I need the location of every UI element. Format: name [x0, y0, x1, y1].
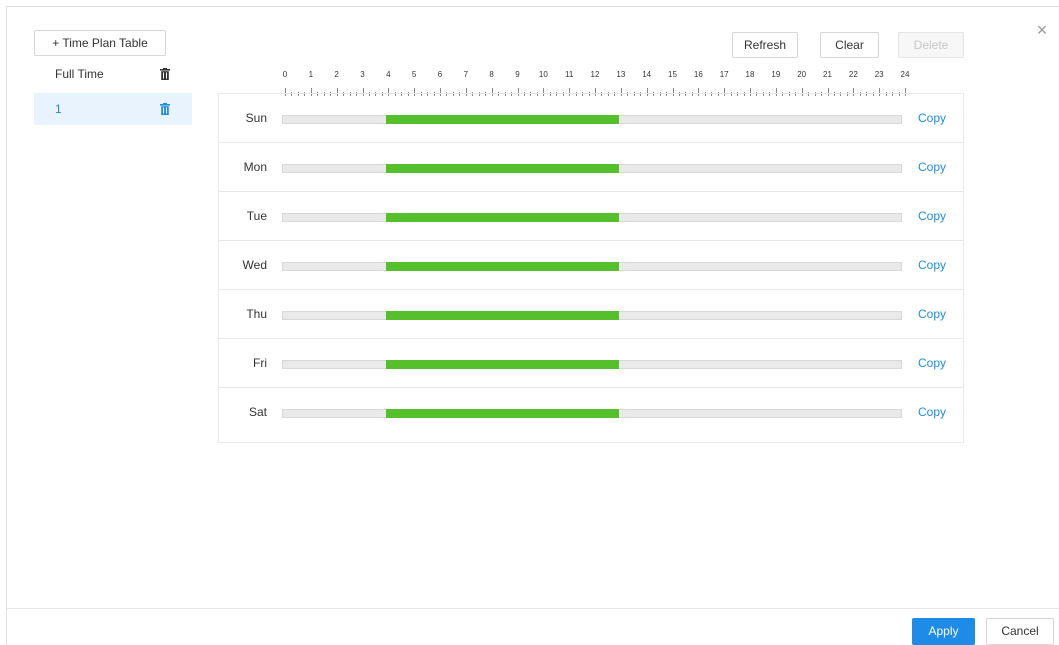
hour-tick-label: 6	[437, 70, 443, 79]
hour-tick-label: 14	[642, 70, 652, 79]
hour-tick-label: 1	[308, 70, 314, 79]
hour-tick-label: 2	[334, 70, 339, 79]
day-label: Thu	[246, 307, 267, 321]
cancel-button[interactable]: Cancel	[986, 618, 1054, 645]
hour-tick-label: 3	[360, 70, 365, 79]
hour-tick-label: 12	[590, 70, 600, 79]
day-label: Fri	[253, 356, 267, 370]
hour-tick-label: 20	[797, 70, 807, 79]
hour-tick-label: 24	[900, 70, 910, 79]
plan-name: 1	[55, 102, 62, 116]
copy-link[interactable]: Copy	[918, 94, 946, 143]
day-label: Sat	[248, 405, 267, 419]
time-bar[interactable]	[282, 311, 902, 320]
active-period[interactable]	[386, 311, 619, 320]
hour-tick-label: 18	[745, 70, 755, 79]
hour-tick-label: 21	[823, 70, 832, 79]
copy-link[interactable]: Copy	[918, 290, 946, 339]
schedule-panel: Sun Copy Mon Copy Tue Copy Wed Copy Thu Copy Fri Co…	[218, 93, 964, 443]
day-row-tue: Tue Copy	[219, 192, 963, 241]
time-bar[interactable]	[282, 213, 902, 222]
dialog-border-top	[6, 6, 1059, 7]
active-period[interactable]	[386, 115, 619, 124]
time-bar[interactable]	[282, 409, 902, 418]
hour-tick-label: 8	[489, 70, 494, 79]
time-bar[interactable]	[282, 115, 902, 124]
hour-tick-label: 19	[771, 70, 781, 79]
refresh-button[interactable]: Refresh	[732, 32, 798, 58]
hour-tick-label: 7	[463, 70, 469, 79]
dialog-border	[6, 6, 7, 645]
hour-tick-label: 22	[848, 70, 858, 79]
day-label: Mon	[243, 160, 267, 174]
hour-tick-label: 4	[386, 70, 391, 79]
day-label: Sun	[245, 111, 267, 125]
day-row-sun: Sun Copy	[219, 94, 963, 143]
time-bar[interactable]	[282, 360, 902, 369]
active-period[interactable]	[386, 164, 619, 173]
plan-list-item-full-time[interactable]: Full Time	[34, 58, 192, 90]
day-row-mon: Mon Copy	[219, 143, 963, 192]
hour-tick-label: 0	[282, 70, 288, 79]
hour-tick-label: 9	[515, 70, 520, 79]
day-label: Tue	[246, 209, 267, 223]
apply-button[interactable]: Apply	[912, 618, 975, 645]
copy-link[interactable]: Copy	[918, 339, 946, 388]
trash-icon[interactable]	[160, 103, 170, 115]
day-row-wed: Wed Copy	[219, 241, 963, 290]
time-bar[interactable]	[282, 164, 902, 173]
time-bar[interactable]	[282, 262, 902, 271]
hour-tick-label: 5	[411, 70, 417, 79]
active-period[interactable]	[386, 213, 619, 222]
hour-tick-label: 15	[668, 70, 677, 79]
hour-tick-label: 13	[616, 70, 626, 79]
day-label: Wed	[242, 258, 267, 272]
trash-icon[interactable]	[160, 68, 170, 80]
hour-tick-label: 16	[693, 70, 703, 79]
active-period[interactable]	[386, 409, 619, 418]
copy-link[interactable]: Copy	[918, 241, 946, 290]
active-period[interactable]	[386, 262, 619, 271]
day-row-sat: Sat Copy	[219, 388, 963, 437]
active-period[interactable]	[386, 360, 619, 369]
day-row-fri: Fri Copy	[219, 339, 963, 388]
hour-tick-label: 10	[538, 70, 548, 79]
plan-name: Full Time	[55, 67, 104, 81]
copy-link[interactable]: Copy	[918, 143, 946, 192]
add-time-plan-button[interactable]: + Time Plan Table	[34, 30, 166, 56]
close-icon[interactable]: ×	[1032, 20, 1052, 40]
hour-tick-label: 23	[874, 70, 884, 79]
day-row-thu: Thu Copy	[219, 290, 963, 339]
clear-button[interactable]: Clear	[820, 32, 879, 58]
hour-tick-label: 11	[565, 70, 574, 79]
copy-link[interactable]: Copy	[918, 388, 946, 437]
copy-link[interactable]: Copy	[918, 192, 946, 241]
plan-list-item-1[interactable]: 1	[34, 93, 192, 125]
footer-divider	[7, 608, 1059, 609]
delete-button[interactable]: Delete	[898, 32, 964, 58]
hour-tick-label: 17	[719, 70, 729, 79]
